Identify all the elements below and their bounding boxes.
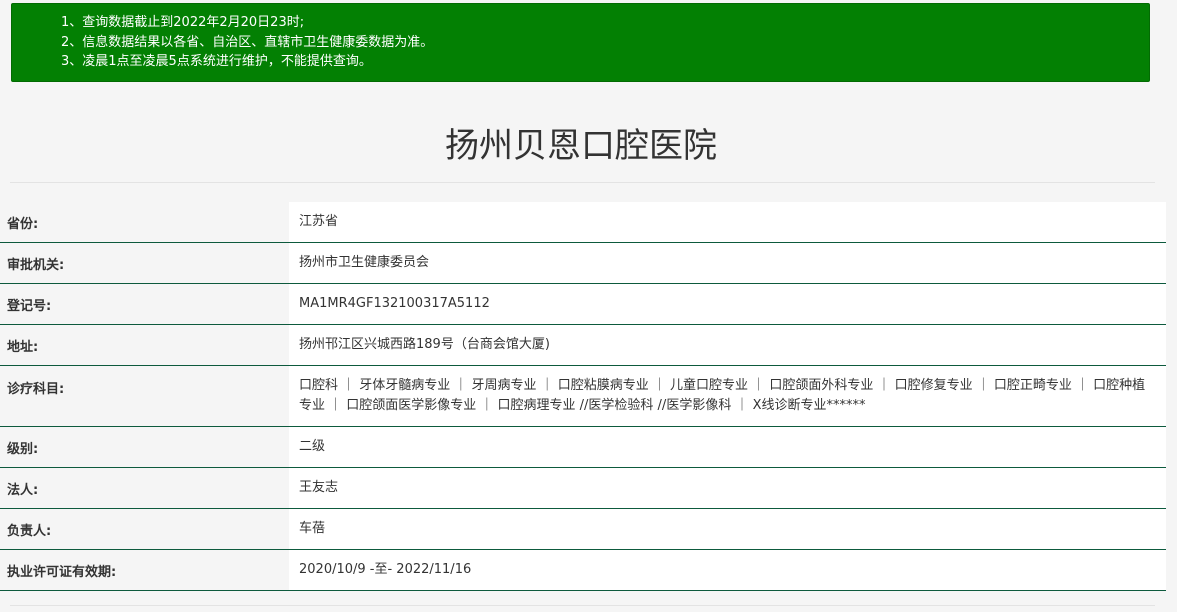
hospital-info-table: 省份: 江苏省 审批机关: 扬州市卫生健康委员会 登记号: MA1MR4GF13… <box>0 202 1166 591</box>
table-row-registration: 登记号: MA1MR4GF132100317A5112 <box>0 283 1166 325</box>
row-value: 扬州市卫生健康委员会 <box>289 242 1166 284</box>
row-label: 审批机关: <box>0 242 289 284</box>
row-label: 地址: <box>0 324 289 366</box>
row-value: 2020/10/9 -至- 2022/11/16 <box>289 549 1166 591</box>
row-label: 级别: <box>0 426 289 468</box>
row-value: 车蓓 <box>289 508 1166 550</box>
title-divider <box>10 182 1155 183</box>
bottom-divider <box>10 605 1155 606</box>
row-label: 执业许可证有效期: <box>0 549 289 591</box>
row-label: 诊疗科目: <box>0 365 289 427</box>
table-row-license-validity: 执业许可证有效期: 2020/10/9 -至- 2022/11/16 <box>0 549 1166 591</box>
row-value: MA1MR4GF132100317A5112 <box>289 283 1166 325</box>
row-label: 法人: <box>0 467 289 509</box>
table-row-address: 地址: 扬州邗江区兴城西路189号（台商会馆大厦) <box>0 324 1166 366</box>
table-row-departments: 诊疗科目: 口腔科 ｜ 牙体牙髓病专业 ｜ 牙周病专业 ｜ 口腔粘膜病专业 ｜ … <box>0 365 1166 427</box>
table-row-legal-person: 法人: 王友志 <box>0 467 1166 509</box>
notice-line-3: 3、凌晨1点至凌晨5点系统进行维护，不能提供查询。 <box>61 54 372 69</box>
row-label: 省份: <box>0 202 289 243</box>
row-value: 江苏省 <box>289 202 1166 243</box>
row-label: 负责人: <box>0 508 289 550</box>
notice-line-1: 1、查询数据截止到2022年2月20日23时; <box>61 15 305 30</box>
notice-banner: 1、查询数据截止到2022年2月20日23时; 2、信息数据结果以各省、自治区、… <box>11 3 1150 82</box>
table-row-person-in-charge: 负责人: 车蓓 <box>0 508 1166 550</box>
row-value: 口腔科 ｜ 牙体牙髓病专业 ｜ 牙周病专业 ｜ 口腔粘膜病专业 ｜ 儿童口腔专业… <box>289 365 1166 427</box>
table-row-province: 省份: 江苏省 <box>0 202 1166 243</box>
table-row-level: 级别: 二级 <box>0 426 1166 468</box>
page-title: 扬州贝恩口腔医院 <box>445 126 717 166</box>
row-value: 王友志 <box>289 467 1166 509</box>
row-value: 二级 <box>289 426 1166 468</box>
notice-line-2: 2、信息数据结果以各省、自治区、直辖市卫生健康委数据为准。 <box>61 34 434 50</box>
table-row-authority: 审批机关: 扬州市卫生健康委员会 <box>0 242 1166 284</box>
row-value: 扬州邗江区兴城西路189号（台商会馆大厦) <box>289 324 1166 366</box>
row-label: 登记号: <box>0 283 289 325</box>
